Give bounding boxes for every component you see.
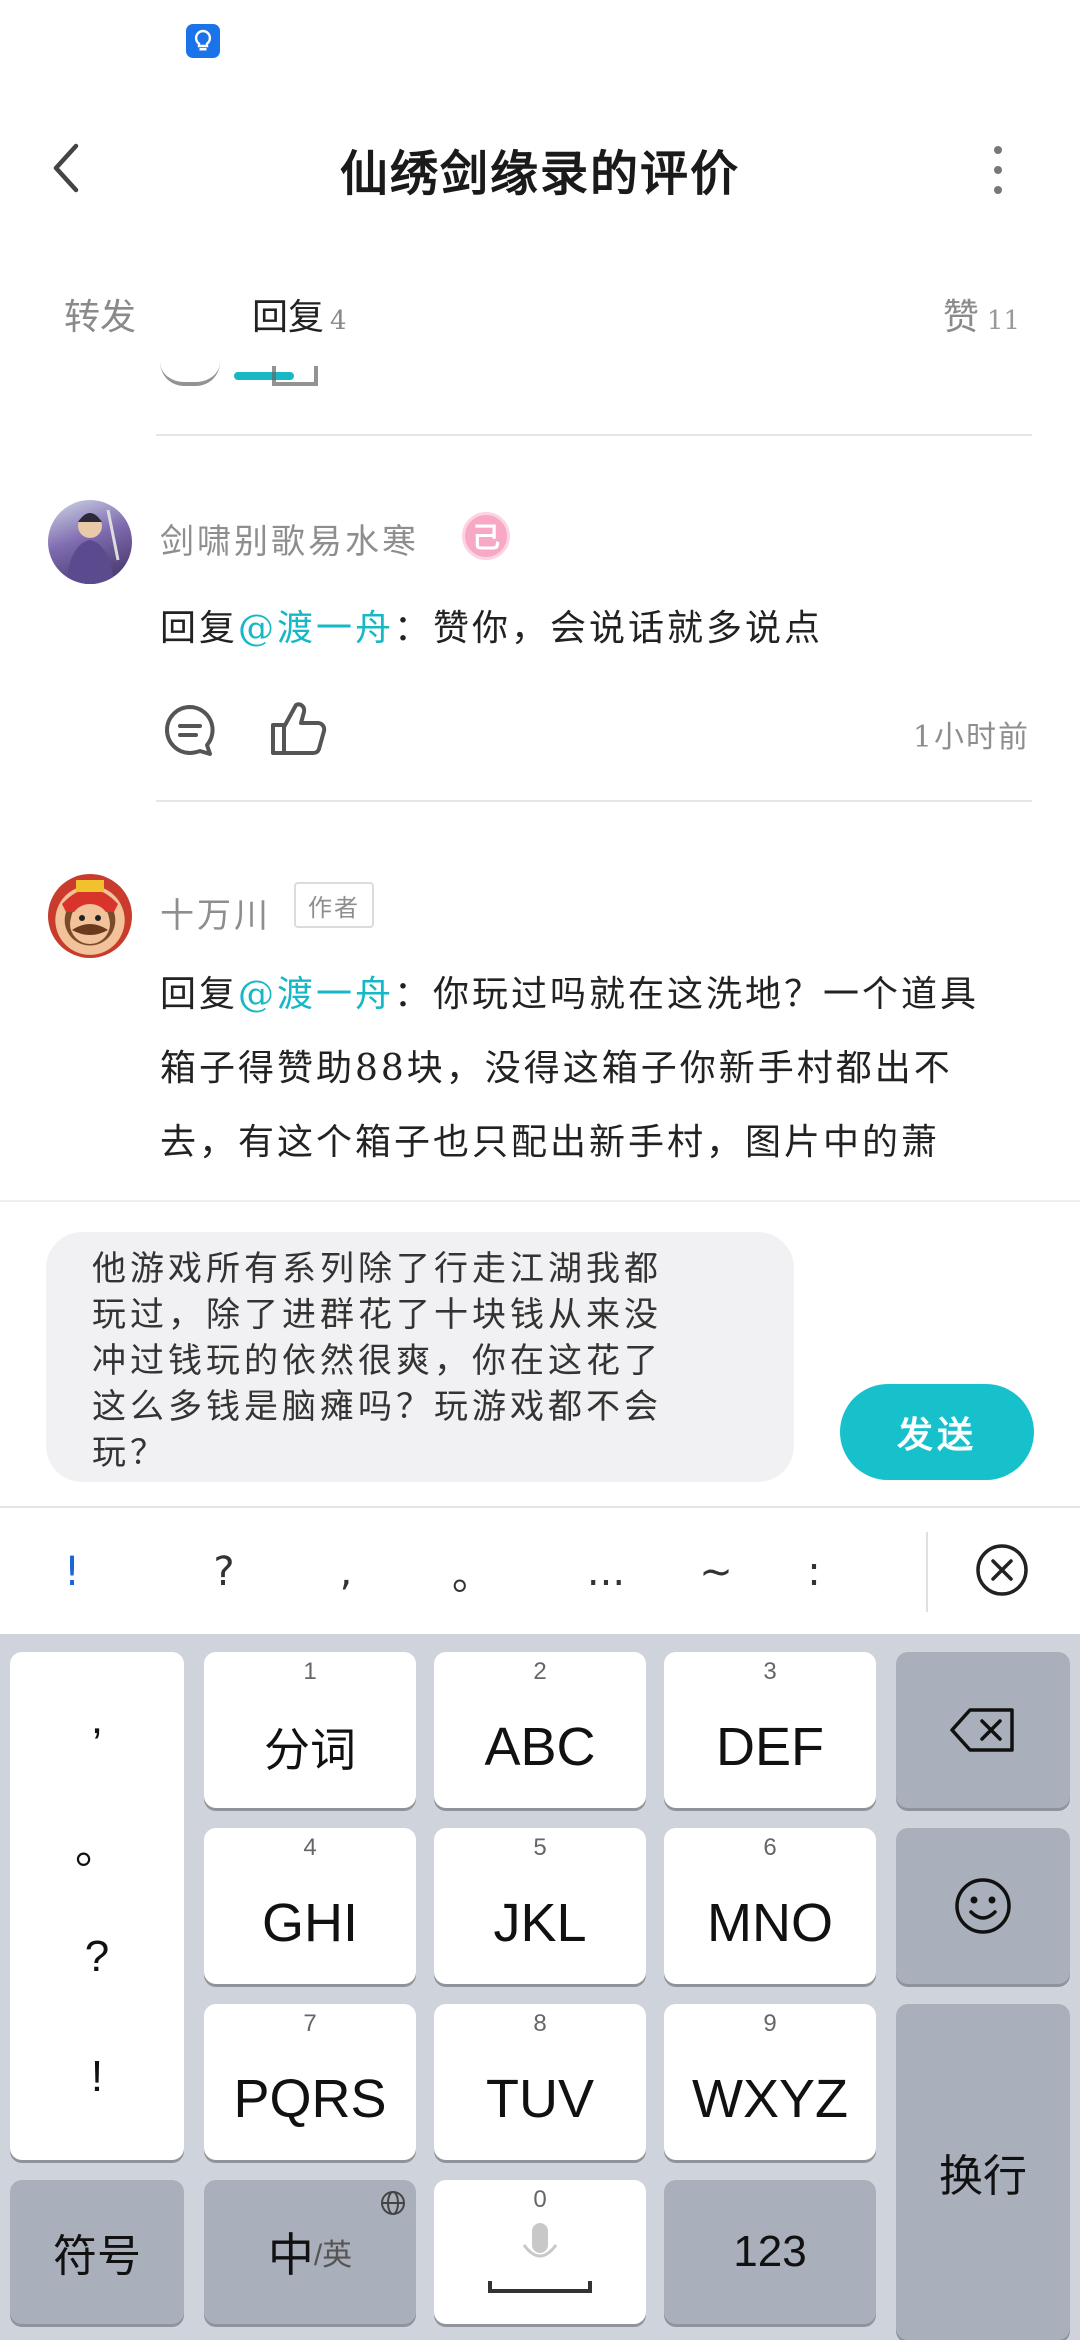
comment-icon xyxy=(165,705,215,756)
punct-question[interactable]: ? xyxy=(184,1508,264,1636)
author-tag: 作者 xyxy=(294,882,374,928)
punctuation-bar: ! ? , 。 ... ~ : xyxy=(0,1506,1080,1634)
divider xyxy=(926,1532,928,1612)
page-title: 仙绣剑缘录的评价 xyxy=(339,146,740,202)
enter-key[interactable]: 换行 xyxy=(896,2004,1070,2340)
key-5[interactable]: 5 JKL xyxy=(434,1828,646,1984)
like-count: 11 xyxy=(986,306,1020,336)
mention-link[interactable]: @渡一舟 xyxy=(238,608,394,649)
clipped-icon xyxy=(160,362,220,386)
dot-icon xyxy=(994,146,1002,154)
key-2[interactable]: 2 ABC xyxy=(434,1652,646,1808)
reply-composer: 他游戏所有系列除了行走江湖我都 玩过，除了进群花了十块钱从来没 冲过钱玩的依然很… xyxy=(0,1200,1080,1506)
comment-username[interactable]: 十万川 xyxy=(160,888,271,937)
more-options-button[interactable] xyxy=(975,140,1021,200)
top-app-bar: 仙绣剑缘录的评价 xyxy=(0,110,1080,220)
punct-comma[interactable]: , xyxy=(306,1508,386,1636)
key-4[interactable]: 4 GHI xyxy=(204,1828,416,1984)
avatar[interactable] xyxy=(48,500,132,584)
thumbs-up-icon xyxy=(271,702,327,755)
divider xyxy=(156,434,1032,436)
dot-icon xyxy=(994,186,1002,194)
key-7[interactable]: 7 PQRS xyxy=(204,2004,416,2160)
send-button[interactable]: 发送 xyxy=(840,1384,1034,1480)
reply-input[interactable]: 他游戏所有系列除了行走江湖我都 玩过，除了进群花了十块钱从来没 冲过钱玩的依然很… xyxy=(46,1232,794,1482)
smiley-icon xyxy=(955,1878,1011,1934)
close-punctuation-button[interactable] xyxy=(972,1540,1032,1600)
key-1[interactable]: 1 分词 xyxy=(204,1652,416,1808)
punct-tilde[interactable]: ~ xyxy=(676,1508,756,1636)
globe-icon xyxy=(381,2191,405,2215)
key-8[interactable]: 8 TUV xyxy=(434,2004,646,2160)
divider xyxy=(156,800,1032,802)
comment-body: 回复@渡一舟：赞你，会说话就多说点 xyxy=(160,608,824,649)
tab-forward[interactable]: 转发 xyxy=(64,288,136,340)
reply-count: 4 xyxy=(330,306,347,336)
space-key[interactable]: 0 xyxy=(434,2180,646,2324)
tab-like[interactable]: 赞 11 xyxy=(943,288,1020,340)
comment-time: 1小时前 xyxy=(912,720,1030,755)
backspace-key[interactable] xyxy=(896,1652,1070,1808)
like-comment-button[interactable] xyxy=(268,698,328,758)
reply-comment-button[interactable] xyxy=(160,700,220,760)
mention-link[interactable]: @渡一舟 xyxy=(238,974,394,1015)
punct-exclaim[interactable]: ! xyxy=(32,1508,112,1636)
tab-reply[interactable]: 回复 4 xyxy=(252,288,347,340)
comment-body: 回复@渡一舟：你玩过吗就在这洗地？一个道具 箱子得赞助88块，没得这箱子你新手村… xyxy=(160,974,980,1163)
key-6[interactable]: 6 MNO xyxy=(664,1828,876,1984)
symbols-key[interactable]: 符号 xyxy=(10,2180,184,2324)
microphone-icon xyxy=(488,2223,592,2293)
keyboard: , 。 ? ! 1 分词 2 ABC 3 DEF 4 GHI 5 JKL 6 MNO 7 PQ… xyxy=(0,1634,1080,2340)
punct-period[interactable]: 。 xyxy=(432,1508,512,1636)
clipped-icon xyxy=(272,366,318,386)
comment-username[interactable]: 剑啸别歌易水寒 xyxy=(160,514,419,563)
avatar[interactable] xyxy=(48,874,132,958)
level-badge: 己 xyxy=(462,512,510,560)
emoji-key[interactable] xyxy=(896,1828,1070,1984)
punct-ellipsis[interactable]: ... xyxy=(566,1508,646,1636)
key-3[interactable]: 3 DEF xyxy=(664,1652,876,1808)
punctuation-column[interactable]: , 。 ? ! xyxy=(10,1652,184,2160)
close-circle-icon xyxy=(976,1544,1028,1596)
dot-icon xyxy=(994,166,1002,174)
language-switch-key[interactable]: 中/英 xyxy=(204,2180,416,2324)
punct-colon[interactable]: : xyxy=(774,1508,854,1636)
backspace-icon xyxy=(950,1708,1014,1752)
numbers-key[interactable]: 123 xyxy=(664,2180,876,2324)
notification-bulb-icon xyxy=(186,24,220,58)
key-9[interactable]: 9 WXYZ xyxy=(664,2004,876,2160)
